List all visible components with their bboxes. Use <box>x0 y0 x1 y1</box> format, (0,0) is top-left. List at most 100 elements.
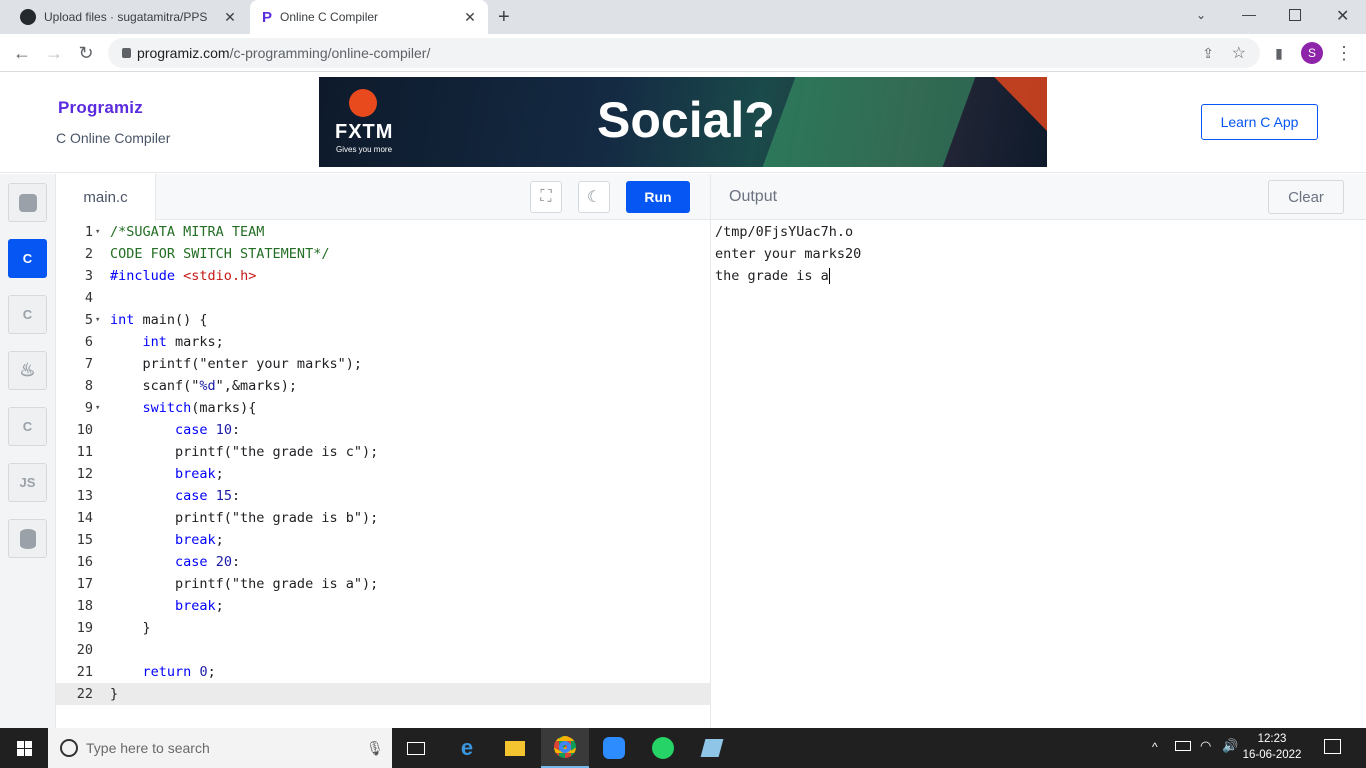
line-number: 22 <box>76 686 93 702</box>
side-panel-icon[interactable]: ▮ <box>1268 42 1290 64</box>
taskbar-search-input[interactable]: Type here to search 🎙 <box>48 728 392 768</box>
code-text: break; <box>175 598 224 614</box>
chrome-icon[interactable] <box>541 728 589 768</box>
microphone-icon[interactable]: 🎙 <box>366 740 384 757</box>
code-line[interactable]: 10 case 10: <box>56 419 710 441</box>
output-console[interactable]: /tmp/0FjsYUac7h.o enter your marks20 the g… <box>711 221 1366 728</box>
code-line[interactable]: 14 printf("the grade is b"); <box>56 507 710 529</box>
show-hidden-icons-icon[interactable]: ^ <box>1152 740 1158 754</box>
address-bar[interactable]: programiz.com/c-programming/online-compi… <box>108 38 1260 68</box>
code-line[interactable]: 4 <box>56 287 710 309</box>
app-icon[interactable] <box>688 728 736 768</box>
profile-avatar[interactable]: S <box>1301 42 1323 64</box>
line-number: 9 <box>84 400 93 416</box>
reload-icon[interactable]: ↻ <box>75 42 97 64</box>
github-icon <box>20 9 36 25</box>
database-icon[interactable] <box>8 519 47 558</box>
code-line[interactable]: 3 #include <stdio.h> <box>56 265 710 287</box>
tab-search-icon[interactable]: ⌄ <box>1196 8 1206 22</box>
code-text: #include <stdio.h> <box>110 268 257 284</box>
wifi-icon[interactable]: ◠ <box>1200 738 1211 754</box>
code-line[interactable]: 22} <box>56 683 710 705</box>
zoom-icon[interactable] <box>590 728 638 768</box>
line-number: 2 <box>84 246 93 262</box>
file-explorer-icon[interactable] <box>491 728 539 768</box>
notifications-icon[interactable] <box>1324 739 1341 754</box>
code-editor[interactable]: 1 ▾/*SUGATA MITRA TEAM 2 CODE FOR SWITCH ST… <box>56 221 710 728</box>
code-line[interactable]: 12 break; <box>56 463 710 485</box>
code-text: /*SUGATA MITRA TEAM <box>110 224 265 240</box>
code-line[interactable]: 21 return 0; <box>56 661 710 683</box>
code-line[interactable]: 16 case 20: <box>56 551 710 573</box>
code-text: return 0; <box>142 664 216 680</box>
code-line[interactable]: 9 ▾ switch(marks){ <box>56 397 710 419</box>
cpp-language-icon[interactable]: C <box>8 295 47 334</box>
code-line[interactable]: 19 } <box>56 617 710 639</box>
code-text: CODE FOR SWITCH STATEMENT*/ <box>110 246 330 262</box>
task-view-icon[interactable] <box>392 728 440 768</box>
c-language-icon[interactable]: C <box>8 239 47 278</box>
code-line[interactable]: 2 CODE FOR SWITCH STATEMENT*/ <box>56 243 710 265</box>
fold-chevron-icon[interactable]: ▾ <box>95 309 100 331</box>
line-number: 16 <box>76 554 93 570</box>
code-text: printf("the grade is b"); <box>110 510 379 526</box>
battery-icon[interactable] <box>1175 741 1191 751</box>
back-arrow-icon[interactable]: ← <box>11 42 33 64</box>
code-text: break; <box>175 466 224 482</box>
code-line[interactable]: 15 break; <box>56 529 710 551</box>
url-path: /c-programming/online-compiler/ <box>229 45 431 61</box>
code-line[interactable]: 13 case 15: <box>56 485 710 507</box>
share-icon[interactable]: ⇪ <box>1202 45 1214 62</box>
fold-chevron-icon[interactable]: ▾ <box>95 221 100 243</box>
bookmark-star-icon[interactable]: ☆ <box>1232 43 1246 63</box>
programiz-logo[interactable]: Programiz <box>58 98 143 118</box>
browser-toolbar: ← → ↻ programiz.com/c-programming/online… <box>0 34 1366 72</box>
fold-chevron-icon[interactable]: ▾ <box>95 397 100 419</box>
code-line[interactable]: 6 int marks; <box>56 331 710 353</box>
search-icon <box>60 739 78 757</box>
code-line[interactable]: 8 scanf("%d",&marks); <box>56 375 710 397</box>
browser-tab-compiler[interactable]: P Online C Compiler ✕ <box>250 0 488 34</box>
ad-banner[interactable]: FXTM Gives you more Social? <box>319 77 1047 167</box>
code-line[interactable]: 5 ▾ int main() { <box>56 309 710 331</box>
line-number: 14 <box>76 510 93 526</box>
code-line[interactable]: 20 <box>56 639 710 661</box>
windows-taskbar: Type here to search 🎙 e ^ ◠ 🔊 12:23 16-0… <box>0 728 1366 768</box>
close-tab-icon[interactable]: ✕ <box>462 9 478 26</box>
new-tab-button[interactable]: + <box>498 6 510 29</box>
volume-icon[interactable]: 🔊 <box>1222 738 1238 754</box>
learn-c-app-button[interactable]: Learn C App <box>1201 104 1318 140</box>
code-line[interactable]: 18 break; <box>56 595 710 617</box>
code-line[interactable]: 17 printf("the grade is a"); <box>56 573 710 595</box>
javascript-icon[interactable]: JS <box>8 463 47 502</box>
dark-mode-moon-icon[interactable]: ☾ <box>578 181 610 213</box>
ad-decoration <box>994 77 1047 131</box>
restore-button[interactable] <box>1289 9 1301 21</box>
line-number: 4 <box>84 290 93 306</box>
forward-arrow-icon[interactable]: → <box>43 42 65 64</box>
windows-start-icon[interactable] <box>0 728 48 768</box>
code-line[interactable]: 11 printf("the grade is c"); <box>56 441 710 463</box>
code-line[interactable]: 7 printf("enter your marks"); <box>56 353 710 375</box>
close-tab-icon[interactable]: ✕ <box>222 9 238 26</box>
output-header: Output Clear <box>711 174 1366 220</box>
code-line[interactable]: 1 ▾ /*SUGATA MITRA TEAM <box>56 221 710 243</box>
code-text: int main() { <box>110 312 208 328</box>
edge-browser-icon[interactable]: e <box>443 728 491 768</box>
close-window-button[interactable]: ✕ <box>1336 6 1349 26</box>
browser-tab-strip: Upload files · sugatamitra/PPS ✕ P Onlin… <box>0 0 1366 34</box>
python-icon[interactable] <box>8 183 47 222</box>
taskbar-clock[interactable]: 12:23 16-06-2022 <box>1242 731 1302 763</box>
minimize-button[interactable]: — <box>1242 6 1256 22</box>
fullscreen-icon[interactable]: ⛶ <box>530 181 562 213</box>
run-button[interactable]: Run <box>626 181 690 213</box>
file-tab-main-c[interactable]: main.c <box>56 174 156 221</box>
csharp-language-icon[interactable]: C <box>8 407 47 446</box>
output-line: /tmp/0FjsYUac7h.o <box>715 224 854 240</box>
java-icon[interactable]: ♨ <box>8 351 47 390</box>
ad-brand: FXTM <box>335 121 394 143</box>
clear-button[interactable]: Clear <box>1268 180 1344 214</box>
browser-tab-github[interactable]: Upload files · sugatamitra/PPS ✕ <box>8 0 248 34</box>
menu-dots-icon[interactable]: ⋮ <box>1333 42 1355 64</box>
whatsapp-icon[interactable] <box>639 728 687 768</box>
